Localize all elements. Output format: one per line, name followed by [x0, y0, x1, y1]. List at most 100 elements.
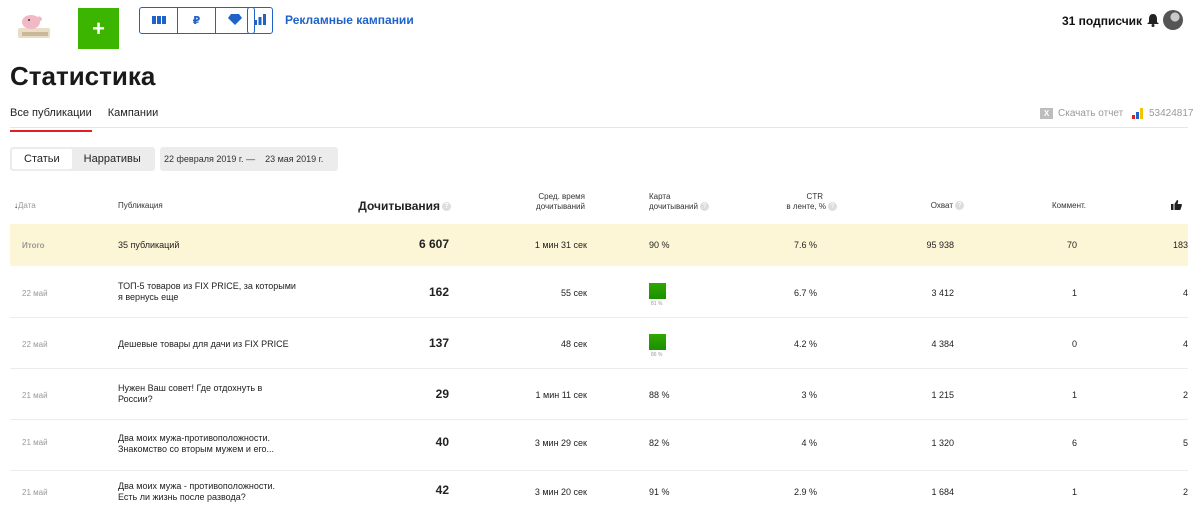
- bar-chart-icon: [254, 12, 266, 30]
- row-publication-link[interactable]: ТОП-5 товаров из FIX PRICE, за которыми …: [118, 281, 298, 303]
- row-ctr: 6.7 %: [793, 288, 817, 298]
- thumbs-up-icon[interactable]: [1171, 200, 1182, 213]
- row-reach: 3 412: [931, 288, 954, 298]
- header-reads-label: Дочитывания: [358, 199, 440, 213]
- header-read-map[interactable]: Карта дочитываний?: [649, 192, 709, 212]
- tabs: Все публикации Кампании: [10, 107, 174, 132]
- row-reads: 29: [435, 387, 449, 401]
- row-date: 22 май: [22, 289, 48, 298]
- row-ctr: 4.2 %: [793, 339, 817, 349]
- row-date: 21 май: [22, 438, 48, 447]
- table-row[interactable]: 22 май Дешевые товары для дачи из FIX PR…: [10, 318, 1188, 369]
- help-icon[interactable]: ?: [699, 202, 709, 212]
- total-map: 90 %: [649, 240, 670, 250]
- segment-articles[interactable]: Статьи: [12, 149, 72, 169]
- tabs-divider: [10, 127, 1188, 128]
- row-likes: 4: [1182, 339, 1188, 349]
- help-icon[interactable]: ?: [955, 201, 964, 211]
- metrika-counter[interactable]: 53424817: [1132, 108, 1194, 119]
- header-avg-time-line1: Сред. время: [538, 192, 585, 201]
- header-date-label: Дата: [18, 201, 36, 210]
- statistics-button[interactable]: [247, 7, 273, 34]
- row-comments: 1: [1071, 288, 1077, 298]
- content-type-switch: Статьи Нарративы: [10, 147, 155, 171]
- row-publication-link[interactable]: Нужен Ваш совет! Где отдохнуть в России?: [118, 383, 298, 405]
- row-reach: 1 684: [931, 487, 954, 497]
- metrika-icon: [1132, 108, 1143, 119]
- row-ctr: 2.9 %: [793, 487, 817, 497]
- row-time: 48 сек: [561, 339, 587, 349]
- avatar[interactable]: [1163, 10, 1183, 30]
- row-reads: 162: [428, 285, 449, 299]
- header-publication: Публикация: [118, 201, 163, 210]
- header-comments[interactable]: Коммент.: [1052, 201, 1086, 211]
- header-read-map-line1: Карта: [649, 192, 671, 201]
- header-ctr-line1: CTR: [806, 192, 823, 201]
- page-title: Статистика: [10, 61, 156, 91]
- ruble-icon: ₽: [192, 15, 201, 27]
- table-row[interactable]: 21 май Два моих мужа - противоположности…: [10, 470, 1188, 507]
- diamond-icon: [228, 13, 242, 28]
- row-likes: 2: [1182, 390, 1188, 400]
- download-report-link[interactable]: X Скачать отчет: [1040, 108, 1123, 119]
- bell-icon[interactable]: [1147, 14, 1159, 27]
- header-read-map-line2: дочитываний: [649, 202, 698, 211]
- header-date[interactable]: ↓Дата: [14, 201, 36, 211]
- total-publications: 35 публикаций: [118, 240, 180, 250]
- row-likes: 4: [1182, 288, 1188, 298]
- header-ctr[interactable]: CTR в ленте, %?: [786, 192, 837, 212]
- row-time: 3 мин 29 сек: [534, 438, 587, 448]
- row-publication-link[interactable]: Два моих мужа - противоположности. Есть …: [118, 481, 288, 503]
- header-ctr-line2: в ленте, %: [786, 202, 826, 211]
- row-publication-link[interactable]: Два моих мужа-противоположности. Знакомс…: [118, 433, 288, 455]
- help-icon[interactable]: ?: [828, 202, 837, 212]
- date-separator: —: [246, 154, 256, 164]
- header-avg-time-line2: дочитываний: [536, 202, 585, 211]
- columns-icon: [151, 15, 166, 27]
- header-avg-time[interactable]: Сред. время дочитываний: [536, 192, 585, 212]
- monetization-button[interactable]: ₽: [178, 8, 216, 33]
- row-date: 21 май: [22, 391, 48, 400]
- read-map-thumbnail[interactable]: [649, 334, 666, 350]
- table-row[interactable]: 22 май ТОП-5 товаров из FIX PRICE, за ко…: [10, 267, 1188, 318]
- add-publication-button[interactable]: +: [78, 8, 119, 49]
- table-row[interactable]: 21 май Два моих мужа-противоположности. …: [10, 420, 1188, 471]
- table-row-total: Итого 35 публикаций 6 607 1 мин 31 сек 9…: [10, 224, 1188, 266]
- read-map-thumbnail[interactable]: [649, 283, 666, 299]
- total-comments: 70: [1066, 240, 1077, 250]
- row-reads: 42: [435, 483, 449, 497]
- row-date: 22 май: [22, 340, 48, 349]
- row-publication-link[interactable]: Дешевые товары для дачи из FIX PRICE: [118, 339, 298, 350]
- grid-view-button[interactable]: [140, 8, 178, 33]
- subscribers-count[interactable]: 31 подписчик: [1062, 14, 1142, 28]
- read-map-percent: 81 %: [651, 301, 663, 307]
- total-reach: 95 938: [926, 240, 954, 250]
- table-row[interactable]: 21 май Нужен Ваш совет! Где отдохнуть в …: [10, 369, 1188, 420]
- tab-all-publications[interactable]: Все публикации: [10, 107, 92, 132]
- help-icon[interactable]: ?: [442, 202, 451, 212]
- toolbar-group: ₽: [139, 7, 255, 34]
- row-map: 91 %: [649, 487, 670, 497]
- excel-icon: X: [1040, 108, 1053, 119]
- row-ctr: 3 %: [801, 390, 817, 400]
- date-from: 22 февраля 2019 г.: [164, 154, 244, 164]
- header-reads[interactable]: Дочитывания?: [358, 199, 451, 213]
- row-map: 88 %: [649, 390, 670, 400]
- date-to: 23 мая 2019 г.: [265, 154, 324, 164]
- ad-campaigns-link[interactable]: Рекламные кампании: [285, 13, 414, 27]
- segment-narratives[interactable]: Нарративы: [72, 149, 153, 169]
- header-reach[interactable]: Охват?: [931, 201, 964, 211]
- row-date: 21 май: [22, 488, 48, 497]
- row-reach: 1 215: [931, 390, 954, 400]
- row-time: 1 мин 11 сек: [535, 390, 587, 400]
- date-range-picker[interactable]: 22 февраля 2019 г. — 23 мая 2019 г.: [160, 147, 338, 171]
- download-report-label: Скачать отчет: [1058, 108, 1124, 119]
- row-reads: 40: [435, 435, 449, 449]
- row-likes: 5: [1182, 438, 1188, 448]
- channel-logo[interactable]: [12, 10, 58, 46]
- total-likes: 183: [1172, 240, 1188, 250]
- tab-campaigns[interactable]: Кампании: [108, 107, 159, 132]
- read-map-percent: 86 %: [651, 352, 663, 358]
- row-comments: 0: [1071, 339, 1077, 349]
- row-comments: 6: [1071, 438, 1077, 448]
